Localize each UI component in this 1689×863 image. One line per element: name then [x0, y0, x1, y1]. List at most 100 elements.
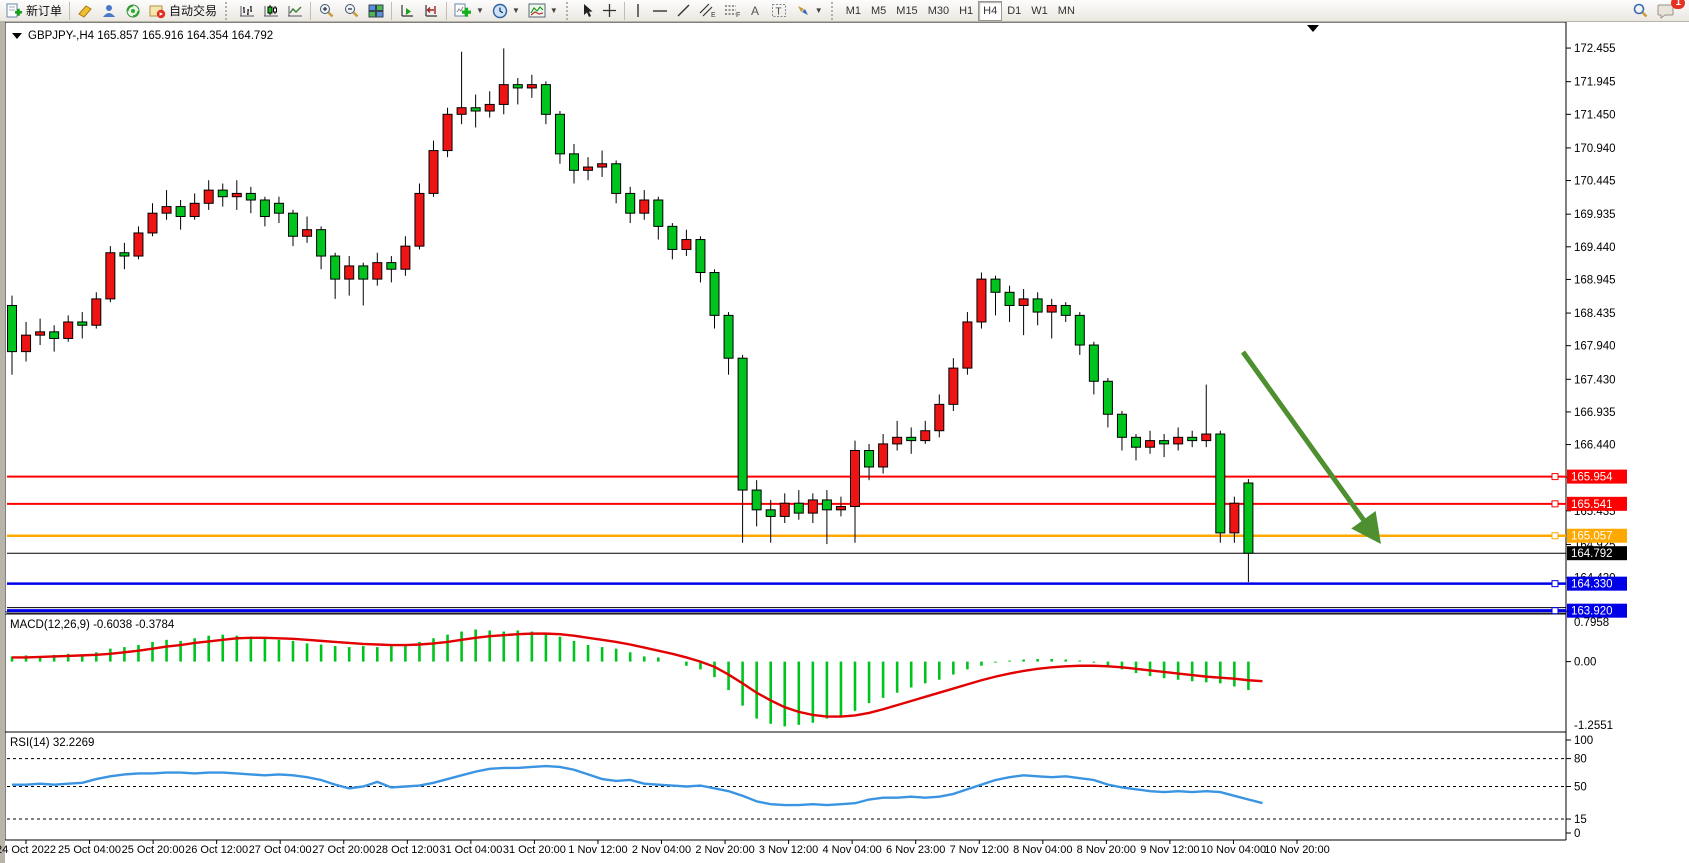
cursor-button[interactable] — [576, 1, 598, 21]
candle — [1047, 305, 1056, 312]
line-chart-button[interactable] — [283, 1, 307, 21]
text-button[interactable]: A — [745, 1, 767, 21]
autotrading-icon — [149, 3, 166, 19]
candle — [78, 322, 87, 325]
auto-scroll-button[interactable] — [395, 1, 419, 21]
separator — [391, 2, 392, 20]
trendline-button[interactable] — [672, 1, 695, 21]
candle — [598, 164, 607, 167]
svg-text:167.430: 167.430 — [1574, 374, 1616, 386]
svg-text:2 Nov 04:00: 2 Nov 04:00 — [632, 844, 691, 856]
svg-text:170.940: 170.940 — [1574, 143, 1616, 155]
separator — [69, 2, 70, 20]
macd-label: MACD(12,26,9) -0.6038 -0.3784 — [10, 619, 175, 631]
equidistant-channel-button[interactable]: E — [695, 1, 720, 21]
svg-text:24 Oct 2022: 24 Oct 2022 — [0, 844, 56, 856]
candle — [471, 108, 480, 111]
fibonacci-button[interactable]: F — [720, 1, 745, 21]
templates-button[interactable]: ▼ — [524, 1, 562, 21]
svg-text:31 Oct 20:00: 31 Oct 20:00 — [503, 844, 566, 856]
candle — [8, 305, 17, 351]
svg-text:8 Nov 20:00: 8 Nov 20:00 — [1077, 844, 1136, 856]
new-order-button[interactable]: 新订单 — [2, 1, 66, 21]
timeframe-m5-button[interactable]: M5 — [866, 1, 891, 21]
timeframe-m15-button[interactable]: M15 — [891, 1, 922, 21]
price-chart-svg[interactable]: 172.455171.945171.450170.940170.445169.9… — [0, 22, 1689, 863]
svg-text:28 Oct 12:00: 28 Oct 12:00 — [376, 844, 439, 856]
timeframe-h1-button[interactable]: H1 — [954, 1, 978, 21]
indicators-button[interactable]: ▼ — [450, 1, 488, 21]
svg-text:T: T — [775, 7, 781, 18]
chart-area[interactable]: 172.455171.945171.450170.940170.445169.9… — [0, 22, 1689, 863]
toolbar-grip[interactable] — [566, 2, 572, 20]
candle — [499, 85, 508, 105]
candle — [317, 230, 326, 256]
panels — [0, 22, 1689, 863]
notifications[interactable]: 1 — [1653, 1, 1679, 21]
candlestick-icon — [263, 3, 279, 19]
candle — [1103, 381, 1112, 414]
candle — [822, 500, 831, 510]
candle — [359, 266, 368, 279]
timeframe-d1-button[interactable]: D1 — [1002, 1, 1026, 21]
toolbar-grip[interactable] — [831, 2, 837, 20]
chart-shift-button[interactable] — [419, 1, 443, 21]
data-window-button[interactable] — [97, 1, 121, 21]
new-order-label: 新订单 — [26, 2, 62, 19]
timeframe-w1-button[interactable]: W1 — [1026, 1, 1053, 21]
svg-text:A: A — [751, 4, 759, 18]
svg-text:50: 50 — [1574, 782, 1587, 794]
hline-handle — [1552, 533, 1558, 539]
toolbar: 新订单 — [0, 0, 1689, 22]
periods-button[interactable]: ▼ — [488, 1, 524, 21]
candle — [1117, 414, 1126, 437]
symbol-header: GBPJPY-,H4 165.857 165.916 164.354 164.7… — [12, 30, 273, 42]
candle — [387, 263, 396, 270]
chevron-down-icon: ▼ — [550, 6, 558, 15]
candlestick-chart-button[interactable] — [259, 1, 283, 21]
clock-icon — [492, 3, 508, 19]
chart-profile-button[interactable] — [73, 1, 97, 21]
candle — [1061, 305, 1070, 315]
arrows-button[interactable]: ▼ — [791, 1, 827, 21]
zoom-in-button[interactable] — [314, 1, 339, 21]
crosshair-button[interactable] — [598, 1, 621, 21]
candle — [879, 444, 888, 467]
toolbar-grip[interactable] — [225, 2, 231, 20]
trendline-icon — [676, 3, 691, 18]
candle — [1188, 437, 1197, 440]
svg-text:165.057: 165.057 — [1571, 531, 1613, 543]
timeframe-m1-button[interactable]: M1 — [841, 1, 866, 21]
svg-text:10 Nov 04:00: 10 Nov 04:00 — [1201, 844, 1266, 856]
candle — [963, 322, 972, 368]
tile-windows-button[interactable] — [364, 1, 388, 21]
search-icon — [1632, 3, 1649, 19]
bar-chart-button[interactable] — [235, 1, 259, 21]
navigator-button[interactable] — [121, 1, 145, 21]
timeframe-h4-button[interactable]: H4 — [978, 1, 1002, 21]
timeframe-m30-button[interactable]: M30 — [923, 1, 954, 21]
candle — [148, 213, 157, 233]
horizontal-line-button[interactable] — [648, 1, 672, 21]
svg-text:27 Oct 20:00: 27 Oct 20:00 — [312, 844, 375, 856]
candle — [50, 332, 59, 339]
svg-text:167.940: 167.940 — [1574, 341, 1616, 353]
svg-text:165.954: 165.954 — [1571, 472, 1613, 484]
svg-text:F: F — [736, 12, 740, 18]
autotrading-button[interactable]: 自动交易 — [145, 1, 221, 21]
candle — [555, 114, 564, 154]
text-label-button[interactable]: T — [767, 1, 791, 21]
zoom-out-button[interactable] — [339, 1, 364, 21]
svg-text:166.440: 166.440 — [1574, 440, 1616, 452]
notification-badge: 1 — [1671, 0, 1685, 9]
hline-handle — [1552, 581, 1558, 587]
candle — [22, 335, 31, 351]
svg-text:168.435: 168.435 — [1574, 308, 1616, 320]
candle — [190, 203, 199, 216]
timeframe-mn-button[interactable]: MN — [1053, 1, 1080, 21]
candle — [921, 431, 930, 441]
vertical-line-button[interactable] — [628, 1, 648, 21]
auto-scroll-icon — [399, 3, 415, 19]
candle — [724, 315, 733, 358]
search-button[interactable] — [1628, 1, 1653, 21]
